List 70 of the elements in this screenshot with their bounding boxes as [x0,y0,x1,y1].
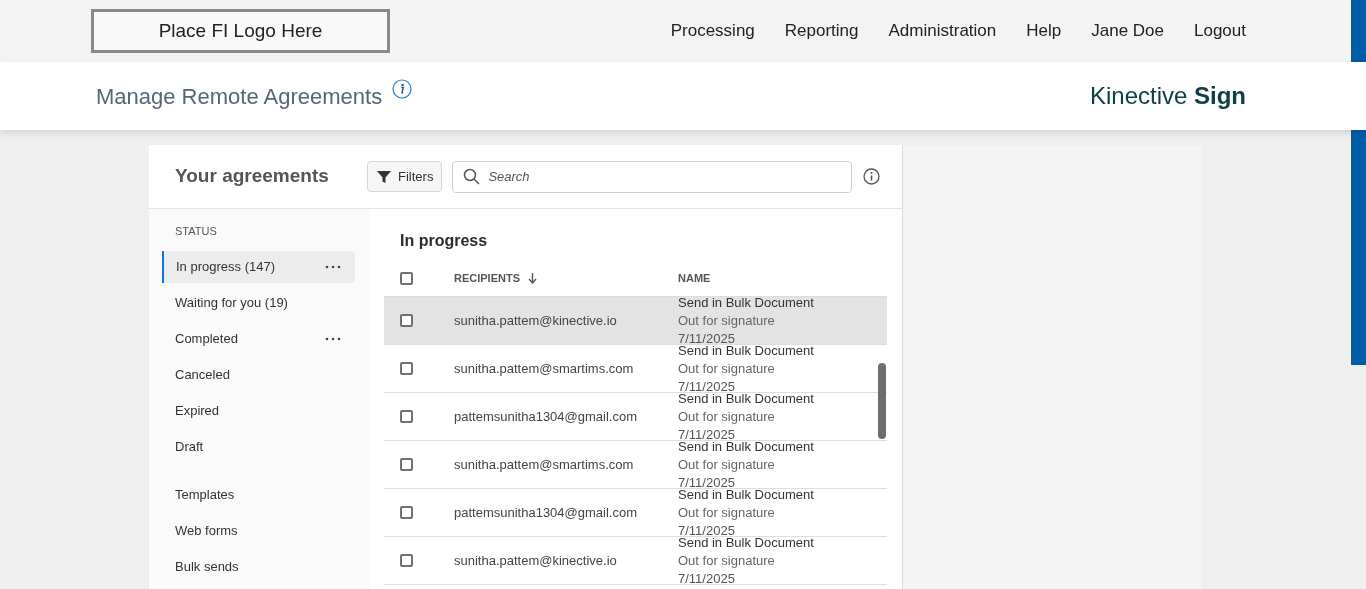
table-row[interactable]: pattemsunitha1304@gmail.com Send in Bulk Document Out for signature 7/11/2025 [384,393,887,441]
panel-title: Your agreements [175,164,330,189]
info-icon[interactable] [392,79,413,99]
column-header[interactable]: NAME [678,270,711,287]
table-row[interactable]: sunitha.pattem@kinective.io Send in Bulk Document Out for signature 7/11/2025 [384,297,887,345]
row-checkbox[interactable] [400,458,413,471]
sidebar-item[interactable]: Draft [163,431,355,463]
sort-down-icon[interactable] [528,273,537,284]
page-title: Manage Remote Agreements [96,82,383,111]
nav-link[interactable]: Help [1026,18,1062,44]
nav-link[interactable]: Reporting [784,18,859,44]
table-row[interactable]: sunitha.pattem@smartims.com Send in Bulk Document Out for signature 7/11/2025 [384,441,887,489]
search-icon [463,167,481,185]
column-header[interactable]: RECIPIENTS [454,270,520,287]
sidebar-item[interactable]: In progress (147) [162,251,355,283]
agreement-name: Send in Bulk Document [678,487,814,504]
scrollbar-thumb[interactable] [878,363,886,439]
agreement-date: 7/11/2025 [678,570,735,588]
sidebar-item[interactable]: Canceled [163,359,355,391]
table-row[interactable]: sunitha.pattem@smartims.com Send in Bulk Document Out for signature 7/11/2025 [384,345,887,393]
sidebar-item[interactable]: Expired [163,395,355,427]
table-row[interactable]: sunitha.pattem@kinective.io Send in Bulk Document Out for signature 7/11/2025 [384,537,887,585]
funnel-icon [376,168,392,185]
recipient-email: sunitha.pattem@smartims.com [454,455,635,474]
recipient-email: pattemsunitha1304@gmail.com [454,407,638,426]
table-row[interactable]: pattemsunitha1304@gmail.com Send in Bulk Document Out for signature 7/11/2025 [384,489,887,537]
recipient-email: sunitha.pattem@kinective.io [454,311,618,330]
nav-link[interactable]: Administration [888,18,997,44]
agreement-date: 7/11/2025 [678,474,735,490]
row-checkbox[interactable] [400,410,413,423]
nav-link[interactable]: Jane Doe [1091,18,1164,44]
agreement-status: Out for signature [678,456,775,474]
agreement-status: Out for signature [678,552,775,570]
brand-logo: Kinective Sign [1089,81,1246,111]
row-checkbox[interactable] [400,506,413,519]
list-title: In progress [399,231,489,251]
agreement-date: 7/11/2025 [678,330,735,346]
agreement-name: Send in Bulk Document [678,535,814,552]
section-label: STATUS [174,224,217,239]
recipient-email: sunitha.pattem@smartims.com [454,359,635,378]
row-checkbox[interactable] [400,554,413,567]
nav-link[interactable]: Logout [1194,18,1246,44]
agreement-name: Send in Bulk Document [678,294,814,312]
search-field[interactable]: Search [452,160,853,193]
nav-link[interactable]: Processing [670,18,755,44]
agreement-date: 7/11/2025 [678,378,735,394]
agreement-name: Send in Bulk Document [678,391,814,408]
row-checkbox[interactable] [400,314,413,327]
agreement-name: Send in Bulk Document [678,439,814,456]
agreement-status: Out for signature [678,408,775,426]
recipient-email: sunitha.pattem@kinective.io [454,551,618,570]
agreement-status: Out for signature [678,360,775,378]
sidebar-item[interactable]: Bulk sends [163,551,355,583]
recipient-email: pattemsunitha1304@gmail.com [454,503,638,522]
sidebar-item[interactable]: Web forms [163,515,355,547]
agreement-status: Out for signature [678,504,775,522]
info-icon[interactable] [863,168,880,185]
agreement-date: 7/11/2025 [678,426,735,442]
sidebar-item[interactable]: Waiting for you (19) [163,287,355,319]
filters-button[interactable]: Filters [367,161,443,192]
agreement-date: 7/11/2025 [678,522,735,538]
more-icon[interactable] [325,265,341,269]
more-icon[interactable] [325,337,341,341]
row-checkbox[interactable] [400,362,413,375]
select-all-checkbox[interactable] [400,272,413,285]
sidebar-item[interactable]: Completed [163,323,355,355]
agreement-status: Out for signature [678,312,775,330]
sidebar-item[interactable]: Templates [163,479,355,511]
logo-placeholder-text: Place FI Logo Here [158,18,323,43]
agreement-name: Send in Bulk Document [678,343,814,360]
